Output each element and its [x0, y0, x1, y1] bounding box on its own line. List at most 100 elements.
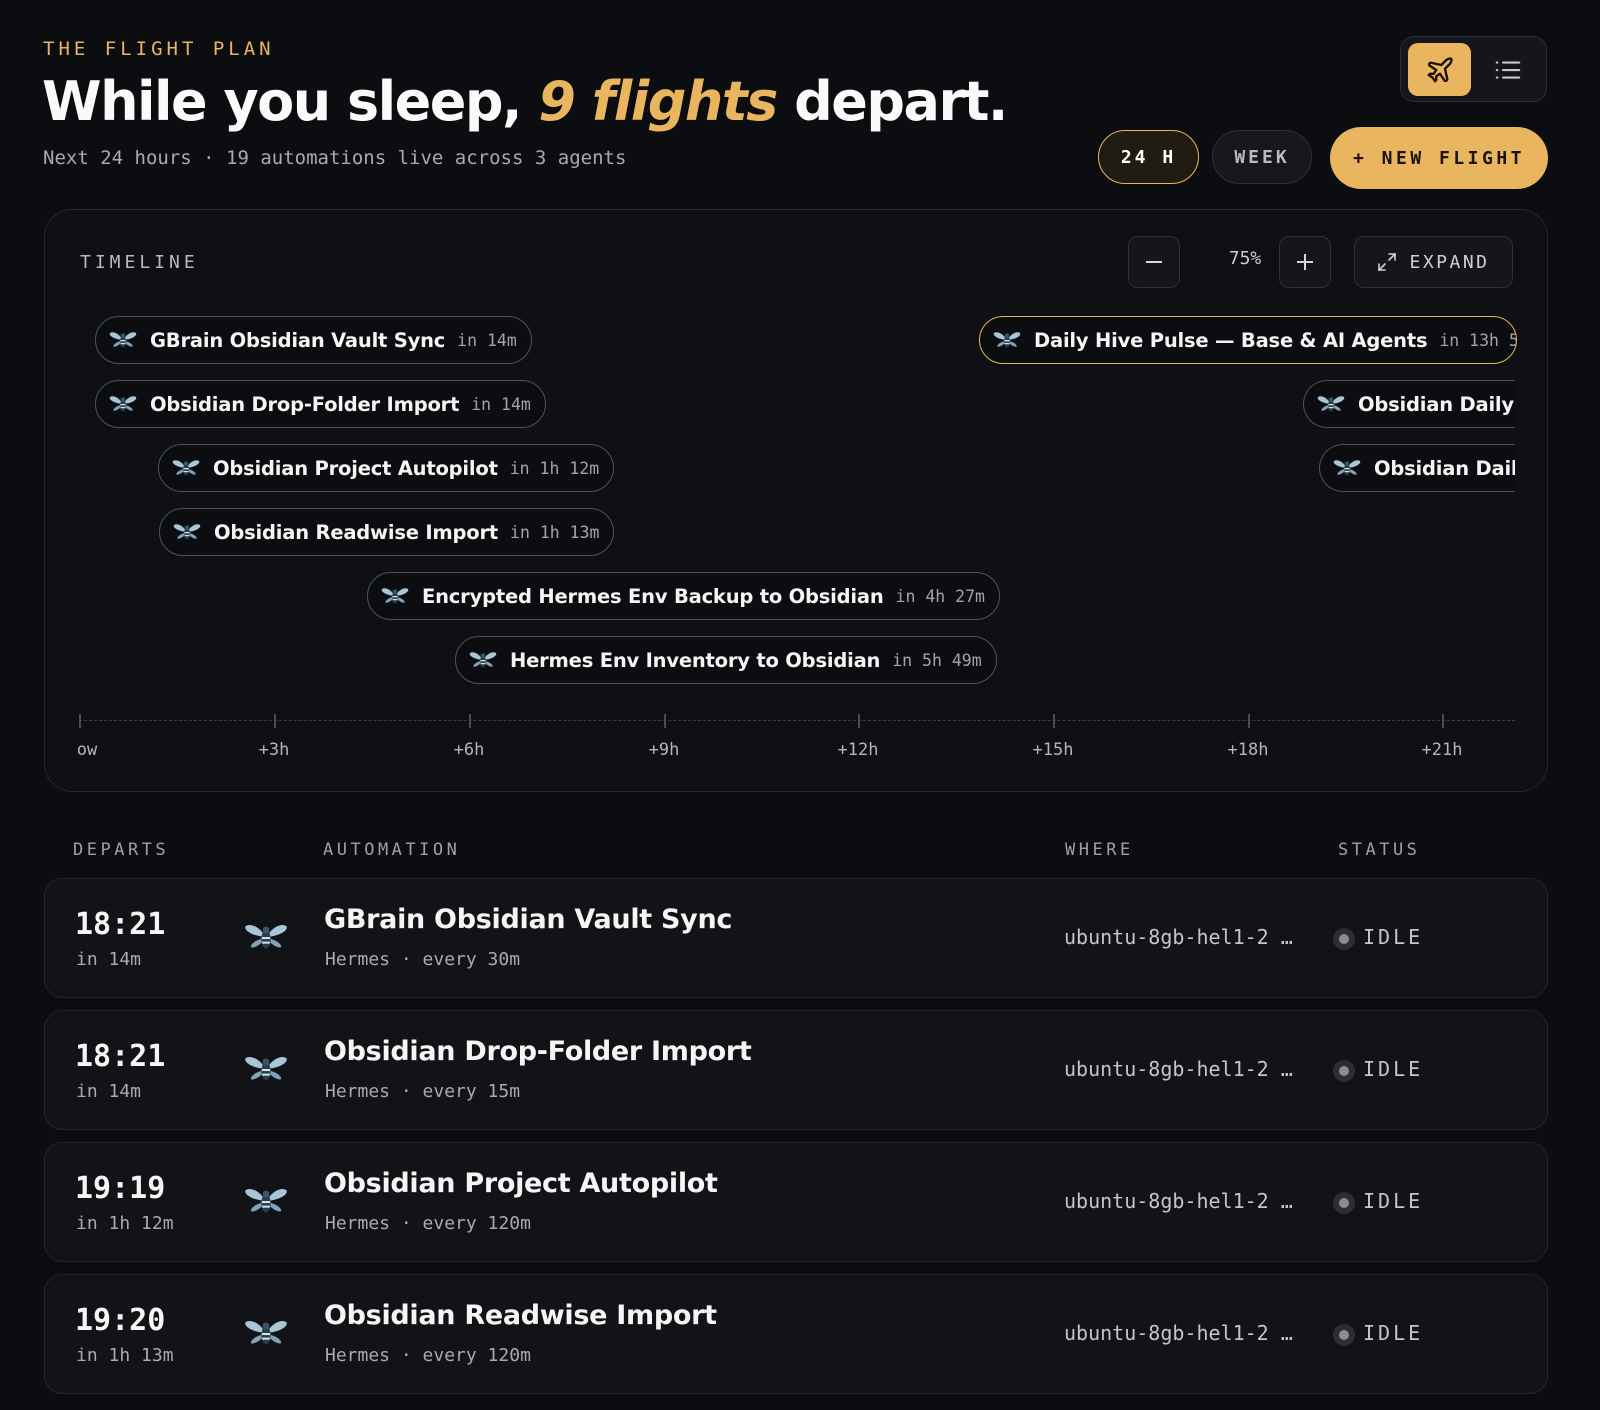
axis-tick-label: +9h: [648, 740, 680, 760]
flight-name: GBrain Obsidian Vault Sync: [150, 328, 446, 352]
page-subtitle: Next 24 hours · 19 automations live acro…: [43, 147, 627, 169]
timeline-flight[interactable]: Encrypted Hermes Env Backup to Obsidian …: [367, 572, 1000, 620]
axis-tick: [274, 714, 276, 728]
range-week-button[interactable]: WEEK: [1212, 130, 1312, 184]
headline-suffix: depart.: [776, 70, 1008, 133]
depart-time: 19:20: [75, 1303, 166, 1338]
bee-icon: [380, 585, 410, 607]
flight-name: Encrypted Hermes Env Backup to Obsidian: [422, 584, 884, 608]
axis-tick-label: +18h: [1227, 740, 1269, 760]
axis-tick: [1442, 714, 1444, 728]
status-badge: IDLE: [1363, 925, 1424, 949]
timeline-flight[interactable]: Obsidian Daily A: [1303, 380, 1515, 428]
list-view-button[interactable]: [1476, 43, 1539, 96]
depart-countdown: in 1h 13m: [76, 1345, 174, 1366]
headline-flight-count: 9 flights: [538, 70, 778, 133]
column-header-automation[interactable]: AUTOMATION: [323, 840, 460, 860]
timeline-flight[interactable]: Obsidian Drop-Folder Import in 14m: [95, 380, 546, 428]
automation-schedule: Hermes · every 15m: [325, 1081, 521, 1102]
plane-icon: [1427, 56, 1453, 82]
status-badge: IDLE: [1363, 1321, 1424, 1345]
bee-icon: [172, 521, 202, 543]
zoom-level: 75%: [1228, 248, 1262, 269]
table-row[interactable]: 18:21 in 14m Obsidian Drop-Folder Import…: [44, 1010, 1548, 1130]
table-row[interactable]: 18:21 in 14m GBrain Obsidian Vault Sync …: [44, 878, 1548, 998]
new-flight-button[interactable]: + NEW FLIGHT: [1330, 127, 1548, 189]
status-dot: [1333, 1192, 1355, 1214]
flight-name: Obsidian Daily A: [1358, 392, 1515, 416]
bee-icon: [1316, 393, 1346, 415]
bee-agent-icon: [243, 1181, 289, 1221]
column-header-status[interactable]: STATUS: [1338, 840, 1420, 860]
flight-eta: in 1h 13m: [510, 522, 600, 542]
status-dot: [1333, 928, 1355, 950]
bee-icon: [108, 393, 138, 415]
flight-name: Obsidian Project Autopilot: [213, 456, 498, 480]
column-header-departs[interactable]: DEPARTS: [73, 840, 169, 860]
axis-tick-label: ow: [76, 740, 98, 760]
depart-countdown: in 1h 12m: [76, 1213, 174, 1234]
expand-label: EXPAND: [1409, 251, 1490, 273]
axis-tick: [858, 714, 860, 728]
table-row[interactable]: 19:20 in 1h 13m Obsidian Readwise Import…: [44, 1274, 1548, 1394]
plane-view-button[interactable]: [1408, 43, 1471, 96]
timeline-flight[interactable]: GBrain Obsidian Vault Sync in 14m: [95, 316, 532, 364]
axis-tick: [1248, 714, 1250, 728]
timeline-title: TIMELINE: [80, 252, 199, 273]
automation-name: Obsidian Project Autopilot: [324, 1168, 718, 1199]
axis-tick-label: +21h: [1421, 740, 1463, 760]
range-24h-button[interactable]: 24 H: [1098, 130, 1199, 184]
zoom-out-button[interactable]: [1128, 236, 1180, 288]
flight-name: Obsidian Readwise Import: [214, 520, 499, 544]
bee-icon: [992, 329, 1022, 351]
page-headline: While you sleep, 9 flights depart.: [42, 70, 1008, 133]
automation-name: Obsidian Readwise Import: [324, 1300, 717, 1331]
zoom-in-button[interactable]: [1279, 236, 1331, 288]
flight-eta: in 4h 27m: [895, 586, 985, 606]
flight-name: Daily Hive Pulse — Base & AI Agents: [1034, 328, 1428, 352]
flight-eta: in 14m: [457, 330, 517, 350]
automation-schedule: Hermes · every 30m: [325, 949, 521, 970]
depart-time: 19:19: [75, 1171, 166, 1206]
timeline-axis: [79, 720, 1515, 721]
expand-button[interactable]: EXPAND: [1354, 236, 1513, 288]
bee-agent-icon: [243, 1049, 289, 1089]
timeline-flight[interactable]: Obsidian Daily: [1319, 444, 1515, 492]
depart-time: 18:21: [75, 907, 166, 942]
timeline-flight-highlighted[interactable]: Daily Hive Pulse — Base & AI Agents in 1…: [979, 316, 1517, 364]
host-name: ubuntu-8gb-hel1-2 …: [1064, 1057, 1293, 1081]
bee-icon: [468, 649, 498, 671]
axis-tick-label: +15h: [1032, 740, 1074, 760]
column-header-where[interactable]: WHERE: [1065, 840, 1134, 860]
status-badge: IDLE: [1363, 1189, 1424, 1213]
axis-tick-label: +12h: [837, 740, 879, 760]
bee-icon: [171, 457, 201, 479]
list-icon: [1495, 60, 1520, 79]
axis-tick-label: +3h: [258, 740, 290, 760]
eyebrow-title: THE FLIGHT PLAN: [43, 38, 275, 60]
depart-time: 18:21: [75, 1039, 166, 1074]
automation-schedule: Hermes · every 120m: [325, 1345, 531, 1366]
flight-eta: in 14m: [471, 394, 531, 414]
automation-name: GBrain Obsidian Vault Sync: [324, 904, 733, 935]
host-name: ubuntu-8gb-hel1-2 …: [1064, 925, 1293, 949]
timeline-flight[interactable]: Hermes Env Inventory to Obsidian in 5h 4…: [455, 636, 997, 684]
timeline-card: TIMELINE 75% EXPAND GBrain Obsidian Vaul…: [44, 209, 1548, 792]
depart-countdown: in 14m: [76, 1081, 142, 1102]
bee-icon: [108, 329, 138, 351]
bee-icon: [1332, 457, 1362, 479]
depart-countdown: in 14m: [76, 949, 142, 970]
flight-eta: in 13h 52m: [1439, 330, 1516, 350]
axis-tick-label: +6h: [453, 740, 485, 760]
flight-name: Hermes Env Inventory to Obsidian: [510, 648, 881, 672]
headline-prefix: While you sleep,: [42, 70, 539, 133]
timeline-flight[interactable]: Obsidian Project Autopilot in 1h 12m: [158, 444, 615, 492]
table-row[interactable]: 19:19 in 1h 12m Obsidian Project Autopil…: [44, 1142, 1548, 1262]
status-badge: IDLE: [1363, 1057, 1424, 1081]
axis-tick: [79, 714, 81, 728]
flight-eta: in 1h 12m: [509, 458, 600, 478]
automation-name: Obsidian Drop-Folder Import: [324, 1036, 752, 1067]
status-dot: [1333, 1324, 1355, 1346]
view-toggle: [1400, 36, 1547, 102]
timeline-flight[interactable]: Obsidian Readwise Import in 1h 13m: [159, 508, 615, 556]
